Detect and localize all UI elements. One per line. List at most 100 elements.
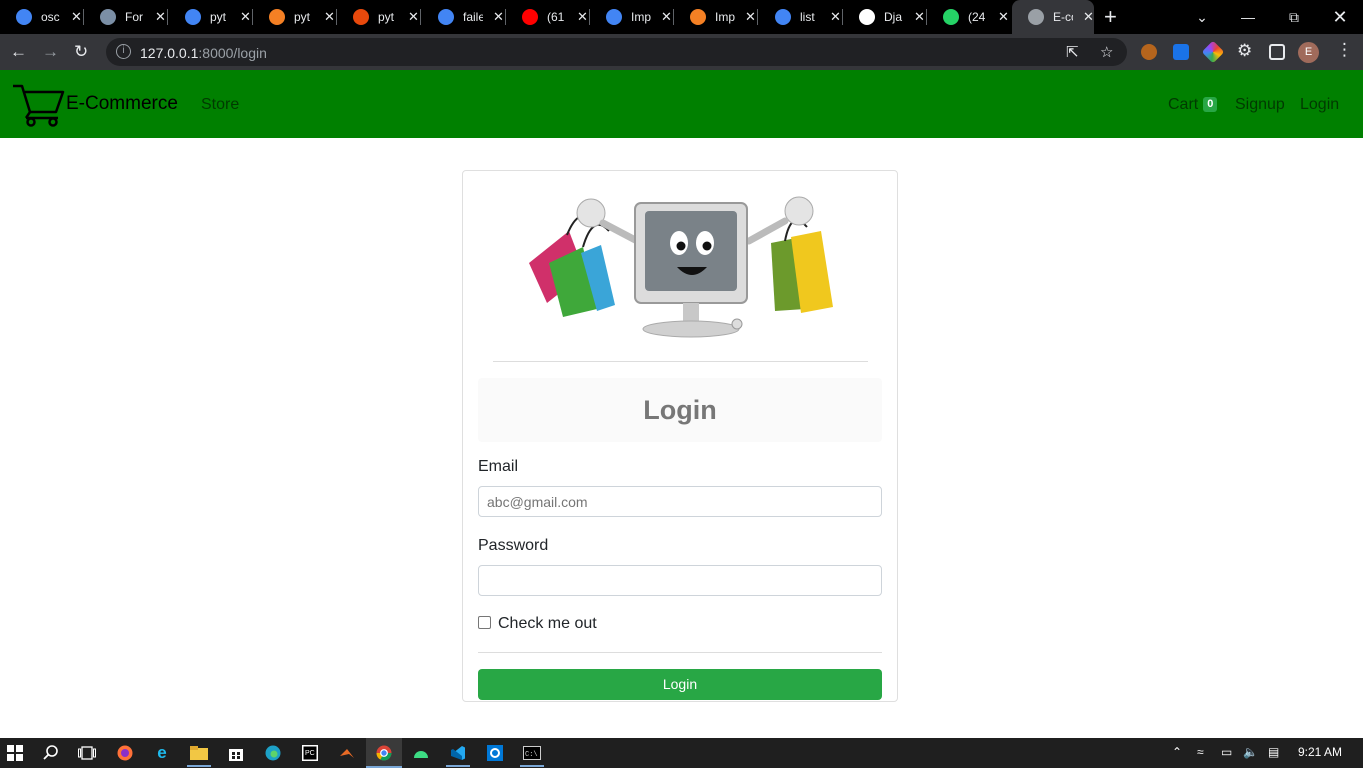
browser-tab[interactable]: Imp ✕ <box>590 0 674 34</box>
close-tab-icon[interactable]: ✕ <box>240 9 251 25</box>
nav-store-link[interactable]: Store <box>201 96 239 114</box>
running-indicator <box>187 765 211 767</box>
brand[interactable]: E-Commerce <box>12 83 178 127</box>
close-tab-icon[interactable]: ✕ <box>1083 9 1094 25</box>
reload-icon[interactable]: ↻ <box>74 42 88 62</box>
close-window-button[interactable]: ✕ <box>1317 0 1363 34</box>
task-view-icon[interactable] <box>78 744 96 762</box>
search-icon[interactable] <box>42 744 60 762</box>
edge-icon[interactable] <box>264 744 282 762</box>
stackoverflow-icon <box>269 9 285 25</box>
nav-login-link[interactable]: Login <box>1300 96 1339 114</box>
windows-start-icon[interactable] <box>6 744 24 762</box>
nav-cart-link[interactable]: Cart 0 <box>1168 96 1218 114</box>
youtube-icon <box>522 9 538 25</box>
forward-icon[interactable]: → <box>42 42 59 62</box>
login-submit-button[interactable]: Login <box>478 669 882 700</box>
close-tab-icon[interactable]: ✕ <box>408 9 419 25</box>
ask-icon <box>353 9 369 25</box>
settings-gear-icon[interactable] <box>486 744 504 762</box>
browser-tab-strip: osc ✕ For ✕ pyt ✕ pyt ✕ pyt ✕ faile ✕ (61 ✕ Imp ✕ Imp ✕ li… <box>0 0 1363 34</box>
browser-tab[interactable]: faile ✕ <box>422 0 506 34</box>
nav-signup-link[interactable]: Signup <box>1235 96 1285 114</box>
shopping-computer-illustration <box>529 196 833 338</box>
tab-search-button[interactable]: ⌄ <box>1179 0 1225 34</box>
close-tab-icon[interactable]: ✕ <box>661 9 672 25</box>
svg-text:PC: PC <box>305 750 315 757</box>
close-tab-icon[interactable]: ✕ <box>577 9 588 25</box>
windows-icon <box>859 9 875 25</box>
close-tab-icon[interactable]: ✕ <box>155 9 166 25</box>
tray-chevron-icon[interactable]: ⌃ <box>1172 745 1182 759</box>
browser-tab[interactable]: list ✕ <box>759 0 843 34</box>
extensions-puzzle-icon[interactable]: ⚙ <box>1237 41 1252 61</box>
battery-icon[interactable]: ▭ <box>1221 745 1232 759</box>
password-field[interactable] <box>478 565 882 596</box>
brand-name: E-Commerce <box>66 93 178 114</box>
browser-menu-icon[interactable]: ⋮ <box>1336 40 1353 60</box>
browser-tab[interactable]: Dja ✕ <box>843 0 927 34</box>
clock-time[interactable]: 9:21 AM <box>1298 745 1342 759</box>
stackoverflow-icon <box>690 9 706 25</box>
browser-tab[interactable]: pyt ✕ <box>253 0 337 34</box>
internet-explorer-icon[interactable]: e <box>153 743 171 762</box>
share-icon[interactable]: ⇱ <box>1066 43 1079 61</box>
close-tab-icon[interactable]: ✕ <box>830 9 841 25</box>
login-header: Login <box>478 378 882 442</box>
tab-title: (24 <box>968 10 986 24</box>
url-host: 127.0.0.1 <box>140 45 199 61</box>
address-bar[interactable]: i 127.0.0.1:8000/login ⇱ ☆ <box>106 38 1127 66</box>
notification-icon[interactable]: ▤ <box>1268 745 1279 759</box>
close-tab-icon[interactable]: ✕ <box>745 9 756 25</box>
running-indicator <box>446 765 470 767</box>
browser-tab[interactable]: For ✕ <box>84 0 168 34</box>
browser-tab[interactable]: pyt ✕ <box>337 0 421 34</box>
url-text[interactable]: 127.0.0.1:8000/login <box>140 45 267 61</box>
close-tab-icon[interactable]: ✕ <box>493 9 504 25</box>
back-icon[interactable]: ← <box>10 42 27 62</box>
color-extension-icon[interactable] <box>1201 40 1225 64</box>
minimize-button[interactable]: — <box>1225 0 1271 34</box>
microsoft-store-icon[interactable] <box>227 744 245 762</box>
check-me-out-label[interactable]: Check me out <box>498 615 597 633</box>
site-info-icon[interactable]: i <box>116 44 131 59</box>
tab-title: Imp <box>715 10 735 24</box>
google-icon <box>185 9 201 25</box>
url-path: :8000/login <box>198 45 267 61</box>
chrome-icon[interactable] <box>375 744 393 762</box>
profile-avatar[interactable]: E <box>1298 42 1319 63</box>
firefox-icon[interactable] <box>116 744 134 762</box>
email-field[interactable] <box>478 486 882 517</box>
cookie-extension-icon[interactable] <box>1141 44 1157 60</box>
android-studio-icon[interactable] <box>412 744 430 762</box>
browser-tab[interactable]: pyt ✕ <box>169 0 253 34</box>
analytics-extension-icon[interactable] <box>1173 44 1189 60</box>
wifi-icon[interactable]: ≈ <box>1197 745 1204 759</box>
tab-title: pyt <box>210 10 227 24</box>
browser-tab[interactable]: E-co ✕ <box>1012 0 1094 34</box>
file-explorer-icon[interactable] <box>190 744 208 762</box>
tab-separator <box>167 9 168 25</box>
browser-tab[interactable]: (61 ✕ <box>506 0 590 34</box>
check-me-out-checkbox[interactable] <box>478 616 491 629</box>
browser-tab[interactable]: (24 ✕ <box>927 0 1011 34</box>
volume-icon[interactable]: 🔈 <box>1243 745 1258 759</box>
pycharm-icon[interactable]: PC <box>301 744 319 762</box>
restore-button[interactable]: ⧉ <box>1271 0 1317 34</box>
close-tab-icon[interactable]: ✕ <box>71 9 82 25</box>
browser-tab[interactable]: osc ✕ <box>0 0 84 34</box>
tab-title: pyt <box>294 10 311 24</box>
close-tab-icon[interactable]: ✕ <box>324 9 335 25</box>
vscode-icon[interactable] <box>449 744 467 762</box>
browser-tab[interactable]: Imp ✕ <box>674 0 758 34</box>
close-tab-icon[interactable]: ✕ <box>998 9 1009 25</box>
globe-icon <box>1028 9 1044 25</box>
bookmark-star-icon[interactable]: ☆ <box>1100 43 1113 61</box>
browser-toolbar: ← → ↻ i 127.0.0.1:8000/login ⇱ ☆ ⚙ E ⋮ <box>0 34 1363 70</box>
close-tab-icon[interactable]: ✕ <box>914 9 925 25</box>
new-tab-button[interactable]: + <box>1104 4 1117 30</box>
tab-title: osc <box>41 10 60 24</box>
side-panel-icon[interactable] <box>1269 44 1285 60</box>
terminal-icon[interactable]: C:\ <box>523 744 541 762</box>
matlab-icon[interactable] <box>338 744 356 762</box>
